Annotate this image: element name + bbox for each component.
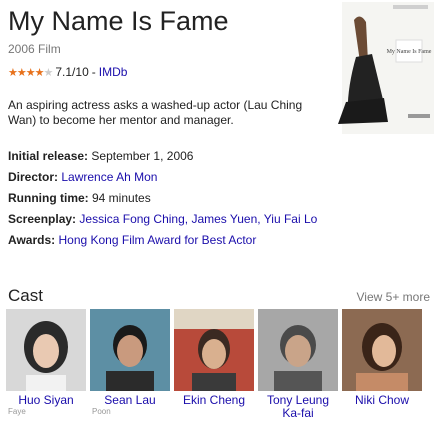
screenplay-link[interactable]: Jessica Fong Ching, James Yuen, Yiu Fai …	[79, 212, 317, 226]
film-subtitle: 2006 Film	[8, 42, 61, 56]
cast-name[interactable]: Sean Lau	[90, 394, 170, 407]
half-star-icon: ★	[34, 66, 45, 79]
film-title: My Name Is Fame	[8, 6, 229, 36]
fact-director: Director: Lawrence Ah Mon	[8, 170, 158, 184]
view-more-link[interactable]: View 5+ more	[357, 290, 430, 304]
fact-initial-release: Initial release: September 1, 2006	[8, 149, 194, 163]
cast-list: Huo Siyan Faye Sean Lau Poon Ekin Cheng	[6, 309, 422, 420]
poster-caption: My Name Is Fame	[387, 49, 432, 55]
cast-name[interactable]: Niki Chow	[342, 394, 422, 407]
cast-card[interactable]: Huo Siyan Faye	[6, 309, 86, 420]
cast-card[interactable]: Niki Chow	[342, 309, 422, 420]
cast-card[interactable]: Tony Leung Ka-fai	[258, 309, 338, 420]
fact-screenplay: Screenplay: Jessica Fong Ching, James Yu…	[8, 212, 318, 226]
film-description: An aspiring actress asks a washed-up act…	[8, 98, 303, 127]
cast-heading: Cast	[8, 286, 43, 305]
cast-photo	[342, 309, 422, 391]
cast-name[interactable]: Tony Leung Ka-fai	[258, 394, 338, 420]
director-link[interactable]: Lawrence Ah Mon	[61, 170, 157, 184]
cast-photo	[174, 309, 254, 391]
fact-running-time: Running time: 94 minutes	[8, 191, 151, 205]
cast-photo	[258, 309, 338, 391]
cast-photo	[6, 309, 86, 391]
star-icon: ★	[16, 66, 27, 79]
rating-row: ★★★★★ 7.1/10 - IMDb	[8, 65, 128, 79]
empty-star-icon: ★	[43, 66, 54, 79]
rating-text: 7.1/10	[55, 65, 89, 79]
rating-source-link[interactable]: IMDb	[99, 65, 128, 79]
fact-awards: Awards: Hong Kong Film Award for Best Ac…	[8, 233, 257, 247]
cast-name[interactable]: Ekin Cheng	[174, 394, 254, 407]
awards-link[interactable]: Hong Kong Film Award for Best Actor	[58, 233, 256, 247]
facts-list: Initial release: September 1, 2006 Direc…	[8, 146, 433, 251]
cast-name[interactable]: Huo Siyan	[6, 394, 86, 407]
cast-card[interactable]: Sean Lau Poon	[90, 309, 170, 420]
star-icon: ★	[25, 66, 36, 79]
poster-image[interactable]: My Name Is Fame	[338, 2, 438, 134]
cast-role: Poon	[92, 407, 111, 416]
rating-stars: ★★★★★	[8, 66, 54, 79]
star-icon: ★	[8, 66, 18, 79]
cast-photo	[90, 309, 170, 391]
cast-card[interactable]: Ekin Cheng	[174, 309, 254, 420]
cast-role: Faye	[8, 407, 26, 416]
